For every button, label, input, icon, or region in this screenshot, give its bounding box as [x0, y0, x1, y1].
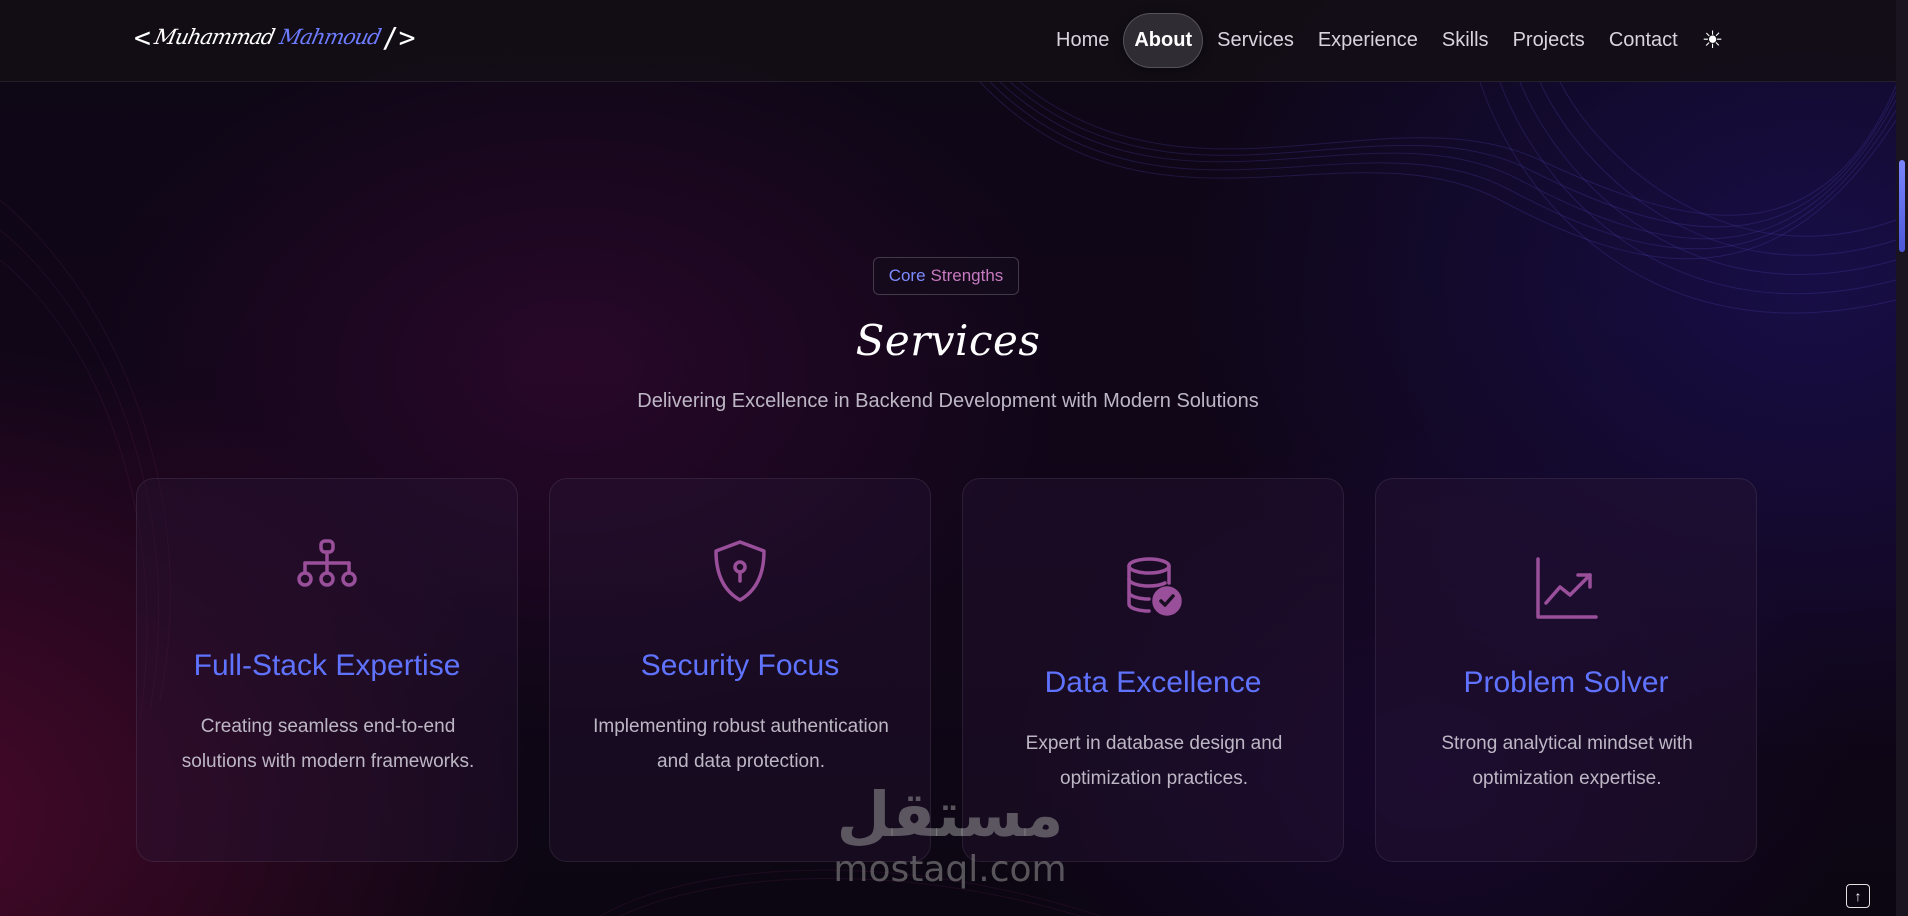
logo-first-name: Muhammad [152, 25, 277, 49]
sun-icon[interactable]: ☀ [1702, 26, 1724, 55]
nav-item-home[interactable]: Home [1046, 14, 1119, 67]
navbar: < Muhammad Mahmoud /> Home About Service… [0, 0, 1896, 82]
nav-item-about[interactable]: About [1123, 12, 1204, 68]
nav-menu: Home About Services Experience Skills Pr… [1046, 12, 1723, 68]
logo[interactable]: < Muhammad Mahmoud /> [134, 14, 416, 60]
logo-last-name: Mahmoud [277, 25, 383, 49]
nav-item-projects[interactable]: Projects [1503, 14, 1595, 67]
watermark-latin: mostaql.com [833, 849, 1067, 890]
section-badge: Core Strengths [873, 257, 1019, 295]
logo-close-bracket: /> [381, 20, 416, 54]
service-card: Full-Stack Expertise Creating seamless e… [136, 478, 518, 862]
database-check-icon [963, 557, 1343, 617]
watermark: مستقل mostaql.com [830, 780, 1070, 890]
scroll-to-top-button[interactable]: ↑ [1846, 884, 1870, 908]
card-title: Security Focus [640, 649, 840, 682]
card-title: Full-Stack Expertise [193, 649, 461, 682]
badge-strengths: Strengths [930, 266, 1004, 285]
logo-open-bracket: < [134, 20, 151, 54]
badge-core: Core [888, 266, 926, 285]
service-card: Problem Solver Strong analytical mindset… [1375, 478, 1757, 862]
shield-lock-icon [550, 539, 930, 603]
scrollbar[interactable] [1896, 0, 1908, 916]
sitemap-icon [137, 539, 517, 589]
nav-item-skills[interactable]: Skills [1432, 14, 1499, 67]
card-title: Data Excellence [1044, 666, 1262, 699]
section-subtitle: Delivering Excellence in Backend Develop… [637, 390, 1259, 412]
card-title: Problem Solver [1463, 666, 1669, 699]
watermark-arabic: مستقل [836, 778, 1064, 851]
nav-item-contact[interactable]: Contact [1599, 14, 1688, 67]
scrollbar-thumb[interactable] [1899, 160, 1905, 252]
card-description: Creating seamless end-to-end solutions w… [181, 716, 475, 772]
nav-item-services[interactable]: Services [1207, 14, 1304, 67]
card-description: Implementing robust authentication and d… [593, 716, 889, 772]
card-description: Strong analytical mindset with optimizat… [1441, 733, 1693, 789]
nav-item-experience[interactable]: Experience [1308, 14, 1428, 67]
section-title: Services [855, 316, 1041, 365]
chart-line-icon [1376, 557, 1756, 621]
